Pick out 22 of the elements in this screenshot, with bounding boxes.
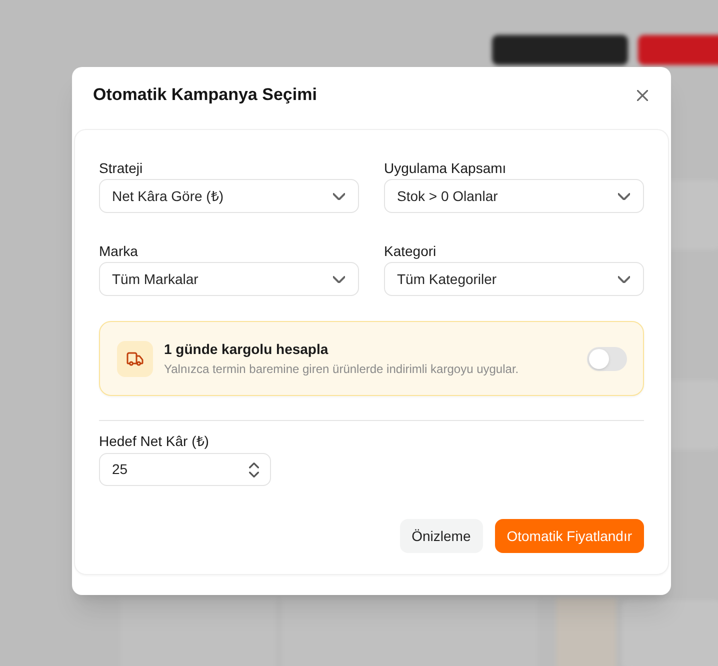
close-icon [636, 90, 648, 100]
field-label: Uygulama Kapsamı [384, 159, 506, 178]
select-field[interactable]: Net Kâra Göre (₺) [99, 179, 359, 213]
select-field[interactable]: Stok > 0 Olanlar [384, 179, 644, 213]
chevron-down-icon [618, 192, 630, 200]
preview-button[interactable]: Önizleme [400, 519, 483, 553]
field-label: Kategori [384, 242, 436, 261]
chevron-down-icon [333, 276, 345, 282]
field-label: Hedef Net Kâr (₺) [99, 432, 209, 451]
close-button[interactable] [635, 88, 649, 102]
chevron-down-icon [618, 276, 630, 282]
dialog-title: Otomatik Kampanya Seçimi [93, 84, 317, 106]
field-label: Strateji [99, 159, 143, 178]
option-description: Yalnızca termin baremine giren ürünlerde indirimli kargoyu uygular. [164, 361, 519, 377]
chevron-down-icon [333, 192, 345, 200]
select-field[interactable]: Tüm Markalar [99, 262, 359, 296]
toggle-switch[interactable] [587, 346, 627, 370]
option-title: 1 günde kargolu hesapla [164, 340, 328, 358]
select-field[interactable]: Tüm Kategoriler [384, 262, 644, 296]
number-input[interactable]: 25 [99, 453, 271, 486]
truck-icon [117, 340, 153, 376]
field-label: Marka [99, 242, 138, 261]
